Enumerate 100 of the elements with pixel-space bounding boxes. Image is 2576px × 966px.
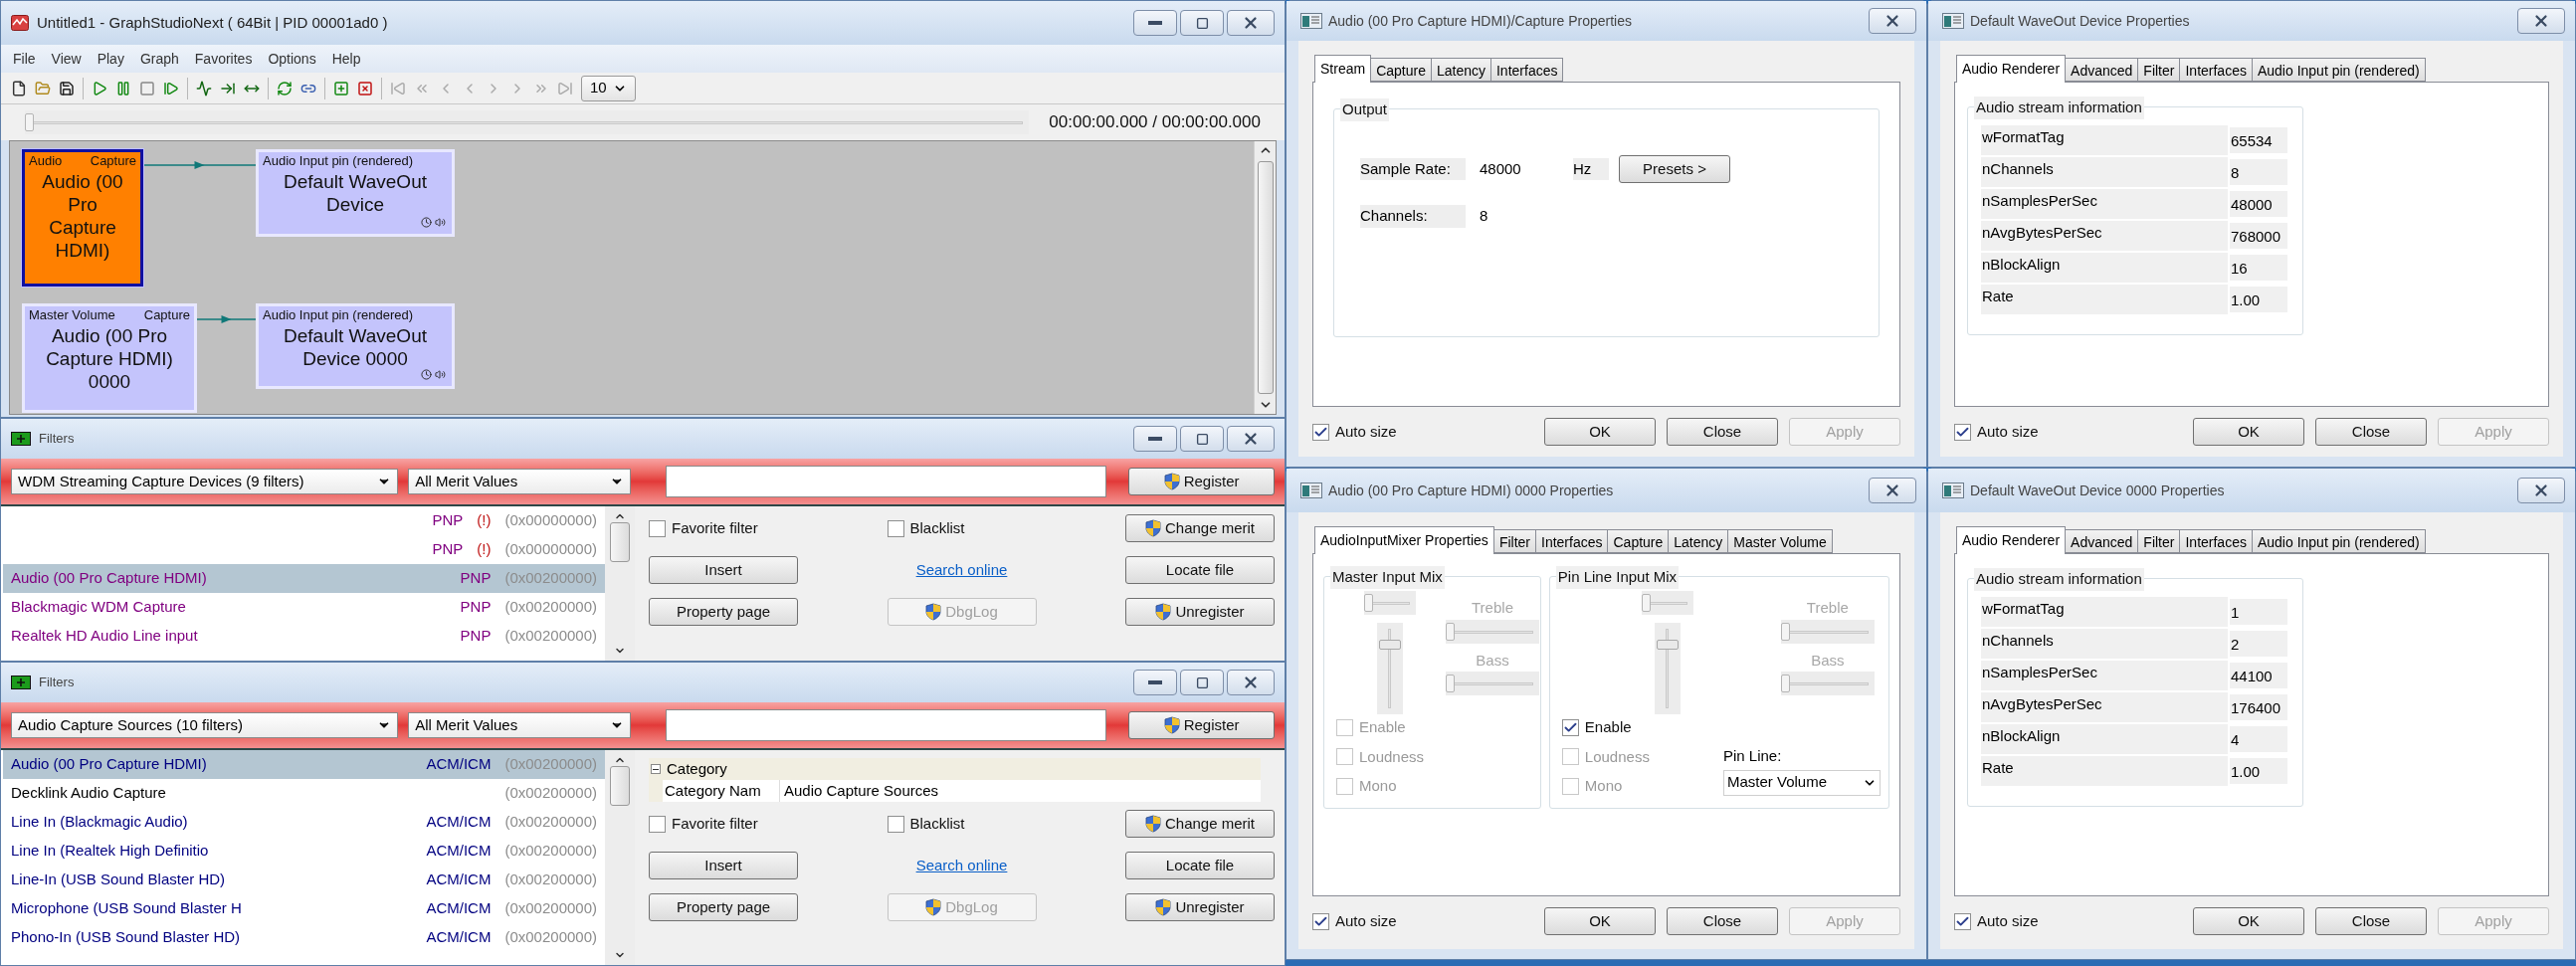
checkbox[interactable]: Auto size — [1312, 909, 1397, 933]
register-button[interactable]: Register — [1128, 468, 1275, 495]
button[interactable]: Property page — [649, 598, 798, 626]
waveform-icon[interactable] — [196, 80, 212, 97]
button[interactable]: Close — [1667, 907, 1778, 935]
collapse-toggle[interactable] — [651, 764, 661, 774]
filter-node[interactable]: Audio Input pin (rendered) Default WaveOut Device 0000 — [256, 303, 455, 389]
tab[interactable]: Filter — [2137, 58, 2181, 82]
button[interactable]: Locate file — [1125, 556, 1275, 584]
button[interactable]: OK — [2193, 907, 2304, 935]
step-forward-icon[interactable] — [163, 80, 179, 97]
button[interactable]: OK — [2193, 418, 2304, 446]
checkbox[interactable]: Auto size — [1312, 420, 1397, 444]
x-box-icon[interactable] — [357, 80, 373, 97]
scrollbar-thumb[interactable] — [610, 522, 630, 562]
tab[interactable]: Latency — [1430, 58, 1491, 82]
close-button[interactable] — [1869, 478, 1916, 503]
refresh-icon[interactable] — [277, 80, 293, 97]
merit-select[interactable]: All Merit Values — [408, 712, 631, 738]
slider-thumb[interactable] — [25, 113, 34, 131]
list-row[interactable]: Audio (00 Pro Capture HDMI) ACM/ICM (0x00200000) — [3, 750, 605, 779]
tab[interactable]: Capture — [1607, 529, 1670, 553]
tab[interactable]: Audio Input pin (rendered) — [2251, 58, 2426, 82]
button[interactable]: Insert — [649, 852, 798, 879]
save-icon[interactable] — [59, 80, 75, 97]
button[interactable]: Close — [2315, 907, 2427, 935]
link[interactable]: Search online — [915, 558, 1008, 582]
open-folder-icon[interactable] — [35, 80, 51, 97]
close-button[interactable] — [1227, 426, 1275, 452]
tab[interactable]: Filter — [2137, 529, 2181, 553]
filter-node[interactable]: Master Volume Capture Audio (00 Pro Capture HDMI) 0000 — [22, 303, 197, 413]
button[interactable]: Close — [1667, 418, 1778, 446]
minimize-button[interactable] — [1133, 670, 1177, 695]
button[interactable]: Close — [2315, 418, 2427, 446]
tab[interactable]: Interfaces — [2179, 58, 2253, 82]
button[interactable]: OK — [1544, 418, 1656, 446]
tab[interactable]: Interfaces — [1490, 58, 1564, 82]
filter-node[interactable]: Audio Capture Audio (00 Pro Capture HDMI) — [22, 149, 143, 287]
checkbox[interactable]: Blacklist — [887, 812, 1037, 836]
search-field[interactable] — [665, 709, 1107, 741]
slider[interactable] — [25, 110, 1030, 134]
tab[interactable]: Master Volume — [1727, 529, 1833, 553]
minimize-button[interactable] — [1133, 426, 1177, 452]
checkbox[interactable]: Auto size — [1954, 909, 2039, 933]
close-button[interactable] — [2517, 8, 2565, 34]
button[interactable]: Property page — [649, 893, 798, 921]
button[interactable]: Unregister — [1125, 893, 1275, 921]
tab[interactable]: Filter — [1492, 529, 1536, 553]
maximize-button[interactable] — [1180, 670, 1224, 695]
tab[interactable]: Advanced — [2065, 58, 2139, 82]
merit-select[interactable]: All Merit Values — [408, 469, 631, 494]
plus-box-icon[interactable] — [333, 80, 349, 97]
menu-item[interactable]: Graph — [139, 48, 179, 70]
close-button[interactable] — [1227, 670, 1275, 695]
skip-forward-icon[interactable] — [557, 80, 573, 97]
category-select[interactable]: Audio Capture Sources (10 filters) — [11, 712, 399, 738]
scrollbar-thumb[interactable] — [610, 766, 630, 806]
maximize-button[interactable] — [1180, 10, 1224, 36]
menu-item[interactable]: File — [13, 48, 36, 70]
button[interactable]: Change merit — [1125, 810, 1275, 838]
rate-select[interactable]: 10 — [581, 75, 636, 101]
list-row[interactable]: Audio (00 Pro Capture HDMI) PNP (0x00200000) — [3, 564, 605, 593]
close-button[interactable] — [1227, 10, 1275, 36]
tab[interactable]: Stream — [1314, 55, 1372, 83]
tab[interactable]: Latency — [1668, 529, 1729, 553]
scrollbar[interactable] — [1254, 141, 1276, 414]
checkbox[interactable]: Favorite filter — [649, 516, 798, 540]
button[interactable]: Insert — [649, 556, 798, 584]
search-field[interactable] — [665, 466, 1107, 497]
scrollbar[interactable] — [605, 750, 635, 965]
menu-item[interactable]: View — [51, 48, 82, 70]
tab[interactable]: Audio Renderer — [1956, 526, 2067, 554]
checkbox[interactable]: Favorite filter — [649, 812, 798, 836]
scrollbar-thumb[interactable] — [1257, 161, 1274, 394]
tab[interactable]: Audio Input pin (rendered) — [2251, 529, 2426, 553]
button[interactable]: OK — [1544, 907, 1656, 935]
link[interactable]: Search online — [915, 854, 1008, 877]
pause-icon[interactable] — [115, 80, 131, 97]
stop-icon[interactable] — [139, 80, 155, 97]
register-button[interactable]: Register — [1128, 711, 1275, 739]
button[interactable]: Change merit — [1125, 514, 1275, 542]
close-button[interactable] — [2517, 478, 2565, 503]
tab[interactable]: AudioInputMixer Properties — [1314, 526, 1494, 554]
button[interactable]: Unregister — [1125, 598, 1275, 626]
tab[interactable]: Capture — [1370, 58, 1432, 82]
presets-button[interactable]: Presets > — [1619, 155, 1730, 183]
tab[interactable]: Audio Renderer — [1956, 55, 2067, 83]
tab[interactable]: Interfaces — [2179, 529, 2253, 553]
checkbox[interactable]: Auto size — [1954, 420, 2039, 444]
menu-item[interactable]: Play — [97, 48, 124, 70]
maximize-button[interactable] — [1180, 426, 1224, 452]
tab[interactable]: Advanced — [2065, 529, 2139, 553]
category-select[interactable]: WDM Streaming Capture Devices (9 filters) — [11, 469, 399, 494]
menu-item[interactable]: Favorites — [194, 48, 253, 70]
menu-item[interactable]: Help — [331, 48, 361, 70]
menu-item[interactable]: Options — [268, 48, 316, 70]
scrollbar[interactable] — [605, 506, 635, 661]
tab[interactable]: Interfaces — [1535, 529, 1609, 553]
play-icon[interactable] — [92, 80, 107, 97]
button[interactable]: Locate file — [1125, 852, 1275, 879]
